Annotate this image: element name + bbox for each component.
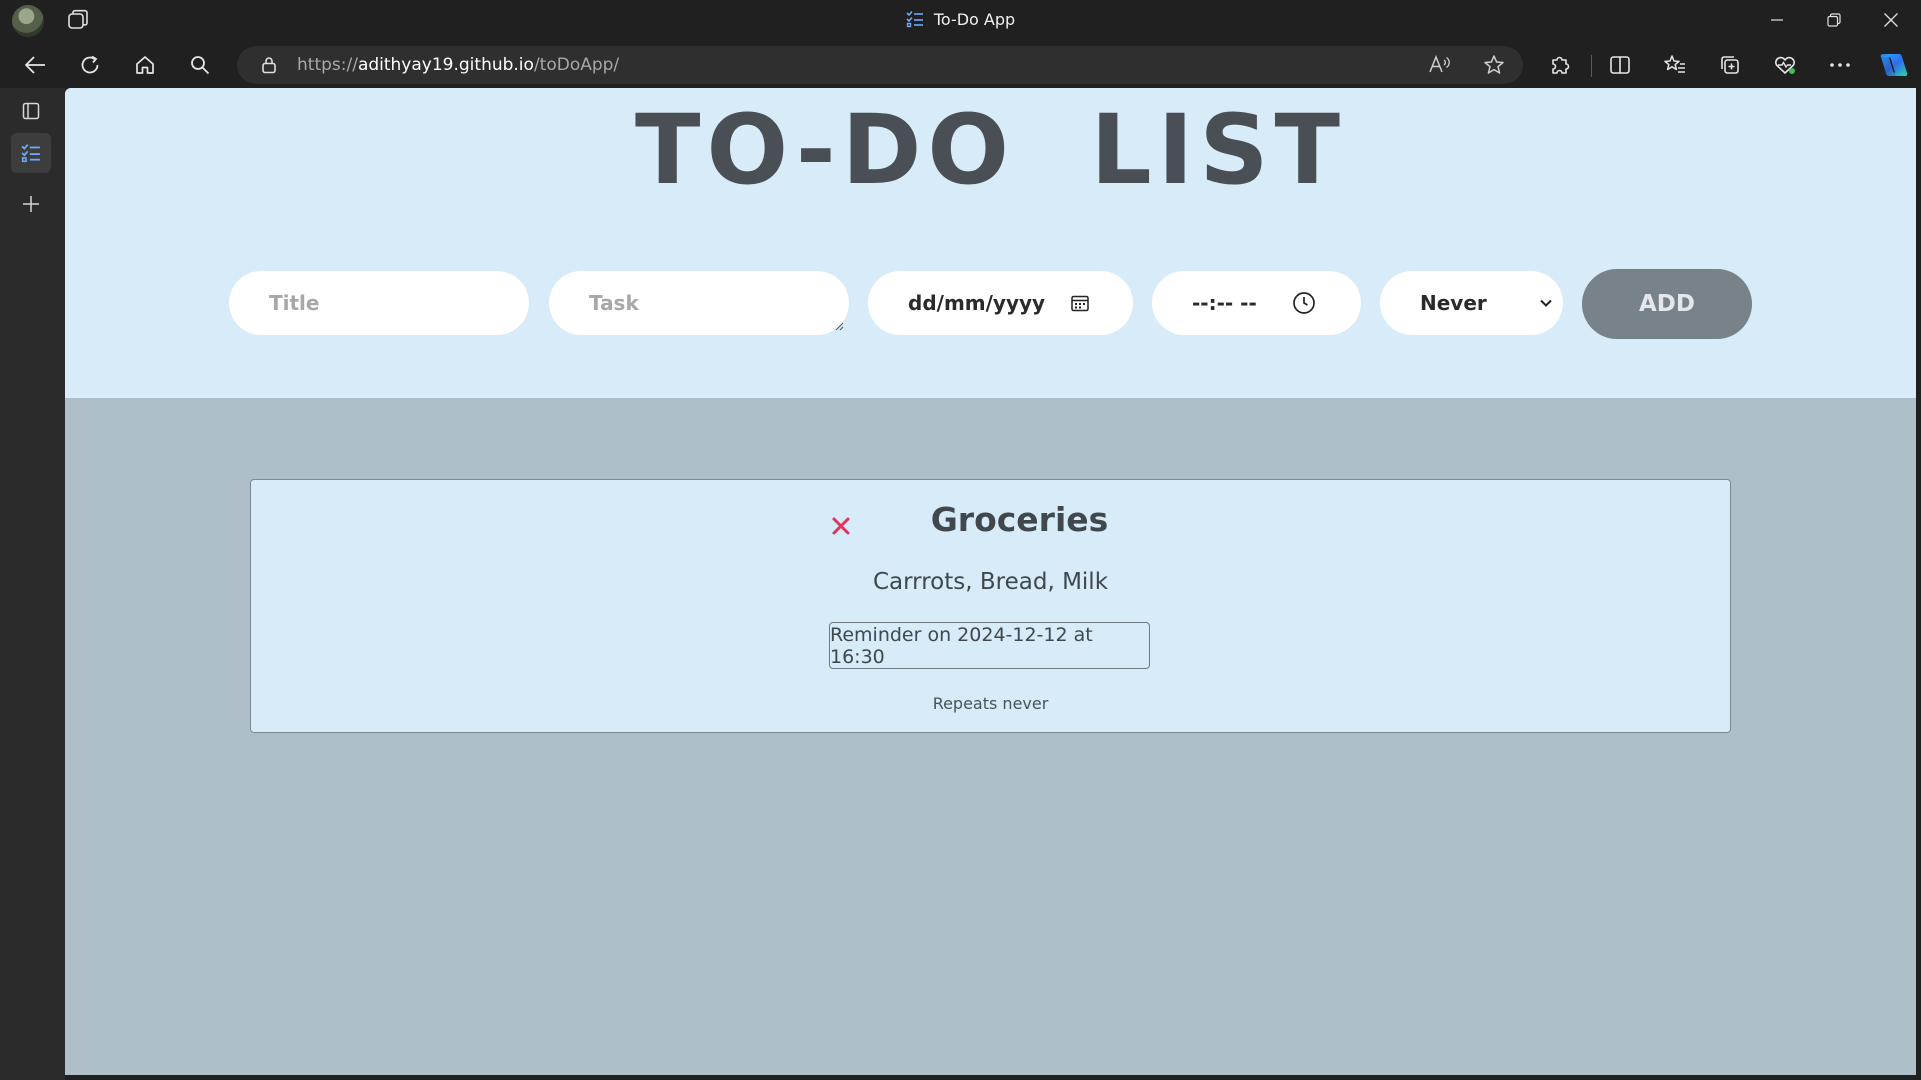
page-title: TO-DO LIST	[635, 94, 1346, 206]
collections-button[interactable]	[1712, 48, 1748, 82]
address-bar[interactable]: https://adithyay19.github.io/toDoApp/	[237, 46, 1523, 84]
title-input[interactable]: Title	[229, 271, 529, 335]
toolbar-divider	[1591, 55, 1592, 77]
refresh-button[interactable]	[72, 48, 108, 82]
clock-icon[interactable]	[1292, 291, 1316, 315]
checklist-icon	[906, 10, 924, 28]
close-window-button[interactable]	[1863, 0, 1919, 40]
back-button[interactable]	[17, 48, 53, 82]
url-prefix: https://	[297, 55, 358, 75]
refresh-icon	[81, 55, 99, 74]
read-aloud-icon[interactable]	[1427, 53, 1453, 77]
puzzle-icon	[1552, 56, 1570, 74]
lock-icon[interactable]	[259, 55, 279, 75]
reminder-badge: Reminder on 2024-12-12 at 16:30	[829, 622, 1150, 669]
split-screen-icon	[1610, 56, 1630, 74]
minimize-button[interactable]	[1749, 0, 1805, 40]
more-icon	[1830, 63, 1850, 67]
tab-actions-icon	[22, 102, 40, 120]
vertical-tab-strip	[0, 88, 65, 1080]
task-title: Groceries	[930, 500, 1109, 539]
browser-essentials-button[interactable]	[1767, 48, 1803, 82]
checklist-icon	[21, 144, 40, 163]
tab-todo-app[interactable]	[11, 133, 51, 173]
repeat-info: Repeats never	[932, 694, 1049, 713]
browser-toolbar: https://adithyay19.github.io/toDoApp/	[0, 41, 1921, 88]
time-placeholder: --:-- --	[1192, 291, 1257, 315]
time-input[interactable]: --:-- --	[1152, 271, 1361, 335]
search-button[interactable]	[182, 48, 218, 82]
plus-icon	[23, 196, 39, 212]
home-button[interactable]	[127, 48, 163, 82]
copilot-icon	[1880, 53, 1908, 77]
star-icon[interactable]	[1481, 53, 1507, 77]
web-page: TO-DO LIST Title Task dd/mm/yyyy --:-- -…	[65, 88, 1916, 1075]
split-screen-button[interactable]	[1602, 48, 1638, 82]
task-card: Groceries Carrrots, Bread, Milk Reminder…	[250, 479, 1731, 733]
active-tab-title: To-Do App	[0, 10, 1921, 29]
search-icon	[191, 56, 210, 75]
url-path: /toDoApp/	[533, 55, 620, 75]
chevron-down-icon	[1534, 291, 1558, 315]
title-placeholder: Title	[269, 291, 320, 315]
repeat-selected-value: Never	[1420, 291, 1487, 315]
favorites-icon	[1664, 55, 1685, 73]
task-textarea[interactable]: Task	[549, 271, 849, 335]
date-input[interactable]: dd/mm/yyyy	[868, 271, 1133, 335]
add-button[interactable]: ADD	[1582, 269, 1752, 339]
tab-actions-button[interactable]	[11, 91, 51, 131]
task-description: Carrrots, Bread, Milk	[872, 569, 1109, 595]
new-tab-button[interactable]	[11, 184, 51, 224]
back-arrow-icon	[25, 56, 45, 74]
repeat-select[interactable]: Never	[1380, 271, 1563, 335]
browser-essentials-icon	[1775, 56, 1795, 74]
extensions-button[interactable]	[1542, 48, 1578, 82]
calendar-icon[interactable]	[1068, 291, 1092, 315]
date-placeholder: dd/mm/yyyy	[908, 291, 1046, 315]
url-text[interactable]: https://adithyay19.github.io/toDoApp/	[297, 55, 619, 75]
url-host: adithyay19.github.io	[357, 55, 534, 75]
restore-button[interactable]	[1806, 0, 1862, 40]
form-header: TO-DO LIST Title Task dd/mm/yyyy --:-- -…	[65, 88, 1916, 398]
more-button[interactable]	[1822, 48, 1858, 82]
home-icon	[136, 56, 154, 74]
favorites-button[interactable]	[1657, 48, 1693, 82]
browser-title-bar: To-Do App	[0, 0, 1921, 41]
collections-icon	[1721, 56, 1739, 74]
tab-title-text: To-Do App	[933, 10, 1016, 29]
task-placeholder: Task	[589, 291, 639, 315]
copilot-button[interactable]	[1876, 48, 1912, 82]
resize-grip-icon[interactable]	[834, 321, 844, 331]
